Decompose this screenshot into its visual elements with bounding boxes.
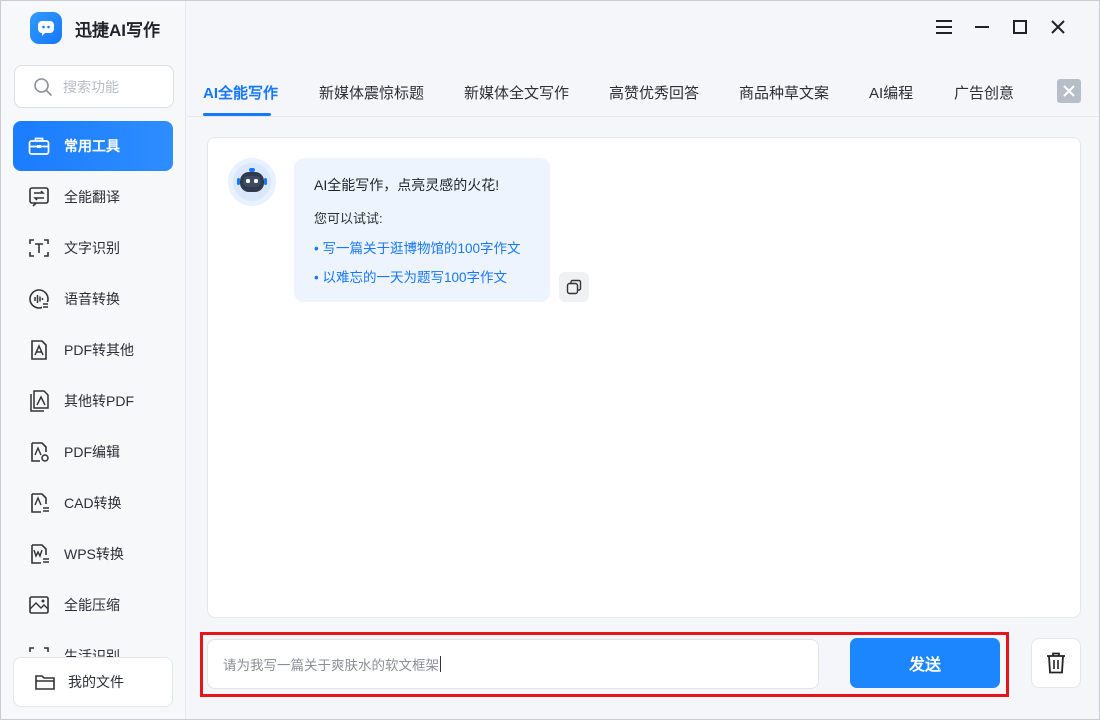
copy-button[interactable] [559, 272, 589, 302]
sidebar-nav: 常用工具 全能翻译 文字识别 语音转换 PDF转其他 其他转PDF PDF编辑 … [13, 121, 173, 682]
sidebar-item-translate[interactable]: 全能翻译 [13, 172, 173, 222]
maximize-icon [1013, 20, 1027, 34]
toolbox-icon [27, 134, 51, 158]
voice-convert-icon [27, 287, 51, 311]
robot-icon [233, 163, 271, 201]
sidebar-item-compress[interactable]: 全能压缩 [13, 580, 173, 630]
close-icon [1063, 85, 1075, 97]
sidebar-item-voice-convert[interactable]: 语音转换 [13, 274, 173, 324]
sidebar-item-cad-convert[interactable]: CAD转换 [13, 478, 173, 528]
sidebar-item-text-recognition[interactable]: 文字识别 [13, 223, 173, 273]
try-prompt: 您可以试试: [314, 211, 383, 226]
copy-icon [566, 279, 582, 295]
prompt-input-text: 请为我写一篇关于爽肤水的软文框架 [223, 658, 439, 673]
menu-icon [936, 20, 952, 34]
sidebar-item-pdf-edit[interactable]: PDF编辑 [13, 427, 173, 477]
suggestion-item[interactable]: • 写一篇关于逛博物馆的100字作文 [314, 237, 530, 257]
sidebar-item-pdf-to-other[interactable]: PDF转其他 [13, 325, 173, 375]
chat-panel: AI全能写作，点亮灵感的火花! 您可以试试: • 写一篇关于逛博物馆的100字作… [207, 137, 1081, 618]
tab-top-answers[interactable]: 高赞优秀回答 [609, 82, 699, 103]
close-icon [1051, 20, 1065, 34]
sidebar-item-label: 语音转换 [64, 291, 120, 307]
sidebar-item-label: CAD转换 [64, 495, 122, 511]
sidebar: 迅捷AI写作 搜索功能 常用工具 全能翻译 文字识别 语音转换 PDF转其他 其… [1, 1, 186, 719]
trash-icon [1047, 652, 1065, 674]
text-recognition-icon [27, 236, 51, 260]
maximize-button[interactable] [1001, 13, 1039, 41]
prompt-input[interactable]: 请为我写一篇关于爽肤水的软文框架 [207, 639, 819, 689]
sidebar-item-label: 常用工具 [64, 138, 120, 154]
suggestion-item[interactable]: • 以难忘的一天为题写100字作文 [314, 266, 530, 286]
sidebar-item-label: PDF转其他 [64, 342, 134, 358]
sidebar-item-label: PDF编辑 [64, 444, 120, 460]
tab-ad-creative[interactable]: 广告创意 [954, 82, 1014, 103]
sidebar-item-label: WPS转换 [64, 546, 124, 562]
sidebar-item-common-tools[interactable]: 常用工具 [13, 121, 173, 171]
other-to-pdf-icon [27, 389, 51, 413]
sidebar-item-label: 其他转PDF [64, 393, 134, 409]
sidebar-item-wps-convert[interactable]: WPS转换 [13, 529, 173, 579]
translate-icon [27, 185, 51, 209]
text-caret [440, 656, 441, 672]
active-tab-indicator [203, 113, 271, 116]
tab-new-media-title[interactable]: 新媒体震惊标题 [319, 82, 424, 103]
tab-ai-writing[interactable]: AI全能写作 [203, 82, 278, 103]
search-input[interactable]: 搜索功能 [14, 65, 174, 108]
clear-chat-button[interactable] [1031, 638, 1081, 688]
window-controls [925, 13, 1077, 41]
folder-icon [35, 675, 55, 690]
app-title: 迅捷AI写作 [75, 20, 160, 40]
cad-convert-icon [27, 491, 51, 515]
sidebar-item-other-to-pdf[interactable]: 其他转PDF [13, 376, 173, 426]
bot-greeting: AI全能写作，点亮灵感的火花! [314, 177, 500, 193]
tabs-close-button[interactable] [1057, 79, 1081, 103]
search-placeholder: 搜索功能 [63, 78, 119, 95]
app-logo: 迅捷AI写作 [30, 12, 160, 44]
close-button[interactable] [1039, 13, 1077, 41]
tab-ai-coding[interactable]: AI编程 [869, 82, 913, 103]
tab-product-copy[interactable]: 商品种草文案 [739, 82, 829, 103]
sidebar-item-label: 全能压缩 [64, 597, 120, 613]
tab-new-media-article[interactable]: 新媒体全文写作 [464, 82, 569, 103]
app-logo-icon [30, 12, 62, 44]
search-icon [34, 77, 52, 96]
bot-message-bubble: AI全能写作，点亮灵感的火花! 您可以试试: • 写一篇关于逛博物馆的100字作… [294, 158, 550, 302]
my-files-label: 我的文件 [68, 674, 124, 690]
bot-avatar [228, 158, 276, 206]
wps-convert-icon [27, 542, 51, 566]
compress-icon [27, 593, 51, 617]
sidebar-item-label: 全能翻译 [64, 189, 120, 205]
pdf-to-other-icon [27, 338, 51, 362]
send-button[interactable]: 发送 [850, 638, 1000, 688]
minimize-button[interactable] [963, 13, 1001, 41]
menu-button[interactable] [925, 13, 963, 41]
minimize-icon [975, 26, 989, 28]
my-files-button[interactable]: 我的文件 [13, 657, 173, 707]
sidebar-item-label: 文字识别 [64, 240, 120, 256]
app-window: 迅捷AI写作 搜索功能 常用工具 全能翻译 文字识别 语音转换 PDF转其他 其… [0, 0, 1100, 720]
pdf-edit-icon [27, 440, 51, 464]
